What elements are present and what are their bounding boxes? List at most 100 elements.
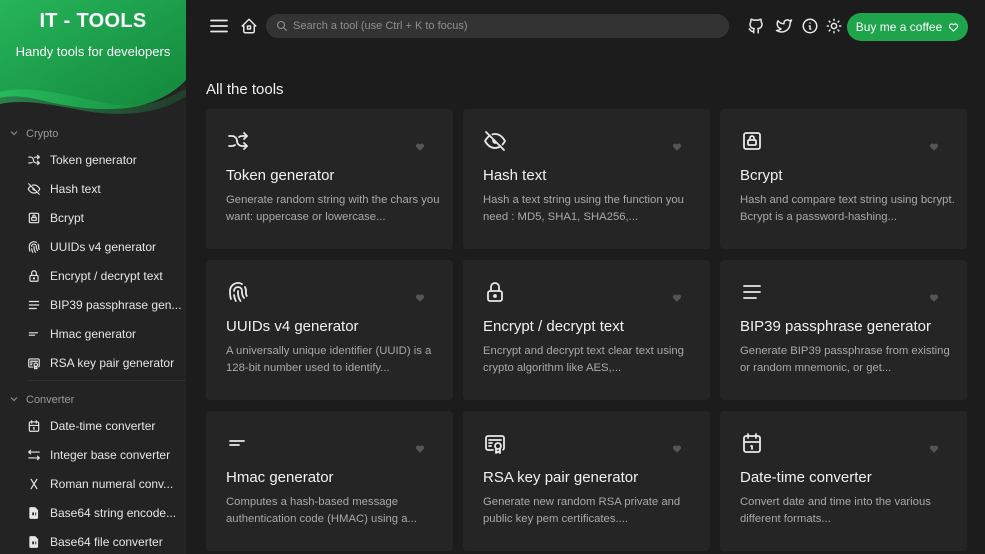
card-description: A universally unique identifier (UUID) i… [226, 345, 432, 374]
sidebar-item-label: Base64 string encode... [50, 505, 177, 520]
tool-card-date-time-converter[interactable]: Date-time converter Convert date and tim… [720, 411, 967, 551]
home-button[interactable] [240, 15, 260, 37]
sidebar-item-date-time-converter[interactable]: Date-time converter [0, 411, 186, 440]
favorite-heart-icon[interactable] [672, 290, 682, 302]
card-title: Bcrypt [740, 167, 783, 184]
fingerprint-icon [226, 280, 250, 304]
sidebar: IT - TOOLS Handy tools for developers Cr… [0, 0, 186, 554]
twitter-icon [775, 19, 793, 33]
card-title: UUIDs v4 generator [226, 318, 359, 335]
tool-card-encrypt-decrypt-text[interactable]: Encrypt / decrypt text Encrypt and decry… [463, 260, 710, 400]
favorite-heart-icon[interactable] [415, 139, 425, 151]
sidebar-item-token-generator[interactable]: Token generator [0, 145, 186, 174]
github-link[interactable] [746, 16, 766, 36]
lock-square-icon [27, 211, 41, 225]
menu-toggle-button[interactable] [210, 16, 228, 36]
sidebar-hero: IT - TOOLS Handy tools for developers [0, 0, 186, 116]
group-header-converter[interactable]: Converter [0, 389, 186, 411]
favorite-heart-icon[interactable] [929, 290, 939, 302]
tool-card-token-generator[interactable]: Token generator Generate random string w… [206, 109, 453, 249]
theme-toggle-button[interactable] [824, 16, 844, 36]
sidebar-item-encrypt-decrypt-text[interactable]: Encrypt / decrypt text [0, 261, 186, 290]
letter-x-icon [27, 477, 41, 491]
card-title: Encrypt / decrypt text [483, 318, 624, 335]
favorite-heart-icon[interactable] [929, 139, 939, 151]
sidebar-item-hash-text[interactable]: Hash text [0, 174, 186, 203]
sidebar-item-label: BIP39 passphrase gen... [50, 297, 182, 312]
buy-me-a-coffee-button[interactable]: Buy me a coffee [847, 13, 968, 41]
sidebar-item-label: Roman numeral conv... [50, 476, 174, 491]
coffee-button-label: Buy me a coffee [855, 20, 943, 34]
card-title: Date-time converter [740, 469, 872, 486]
search-input[interactable] [293, 20, 713, 32]
card-description: Generate BIP39 passphrase from existing … [740, 345, 950, 374]
calendar-icon [27, 419, 41, 433]
tool-card-bip39-passphrase-generator[interactable]: BIP39 passphrase generator Generate BIP3… [720, 260, 967, 400]
nav-group-converter: Converter Date-time converter Integer ba… [0, 389, 186, 554]
menu-icon [210, 19, 228, 33]
sidebar-item-label: Bcrypt [50, 210, 85, 225]
sidebar-item-integer-base-converter[interactable]: Integer base converter [0, 440, 186, 469]
sidebar-item-rsa-key-pair-generator[interactable]: RSA key pair generator [0, 348, 186, 377]
arrows-left-right-icon [27, 448, 41, 462]
card-title: Hash text [483, 167, 547, 184]
sidebar-item-label: Hash text [50, 181, 101, 196]
sidebar-item-label: Hmac generator [50, 326, 137, 341]
shuffle-icon [27, 153, 41, 167]
home-icon [241, 18, 257, 34]
align-justified-icon [27, 298, 41, 312]
about-button[interactable] [800, 16, 820, 36]
sidebar-item-label: Integer base converter [50, 447, 171, 462]
certificate-icon [27, 356, 41, 370]
sun-icon [826, 18, 842, 34]
fingerprint-icon [27, 240, 41, 254]
favorite-heart-icon[interactable] [672, 139, 682, 151]
card-description: Hash and compare text string using bcryp… [740, 194, 955, 223]
chevron-down-icon [10, 129, 22, 139]
chevron-down-icon [10, 395, 22, 405]
app-subtitle: Handy tools for developers [15, 44, 171, 59]
heart-icon [948, 22, 959, 33]
eye-off-icon [483, 129, 507, 153]
sidebar-item-hmac-generator[interactable]: Hmac generator [0, 319, 186, 348]
lock-icon [483, 280, 507, 304]
sidebar-item-bcrypt[interactable]: Bcrypt [0, 203, 186, 232]
favorite-heart-icon[interactable] [415, 441, 425, 453]
group-header-crypto[interactable]: Crypto [0, 123, 186, 145]
card-description: Convert date and time into the various d… [740, 496, 931, 525]
tool-card-bcrypt[interactable]: Bcrypt Hash and compare text string usin… [720, 109, 967, 249]
tool-card-uuids-v4-generator[interactable]: UUIDs v4 generator A universally unique … [206, 260, 453, 400]
sidebar-item-label: Date-time converter [50, 418, 156, 433]
card-title: RSA key pair generator [483, 469, 639, 486]
sidebar-item-uuids-v4-generator[interactable]: UUIDs v4 generator [0, 232, 186, 261]
group-label: Converter [26, 394, 75, 406]
sidebar-item-base64-file-converter[interactable]: Base64 file converter [0, 527, 186, 554]
card-description: Encrypt and decrypt text clear text usin… [483, 345, 684, 374]
eye-off-icon [27, 182, 41, 196]
sidebar-item-bip39-passphrase-generator[interactable]: BIP39 passphrase gen... [0, 290, 186, 319]
sidebar-item-roman-numeral-converter[interactable]: Roman numeral conv... [0, 469, 186, 498]
lock-icon [27, 269, 41, 283]
tool-card-hmac-generator[interactable]: Hmac generator Computes a hash-based mes… [206, 411, 453, 551]
sidebar-item-label: Encrypt / decrypt text [50, 268, 163, 283]
tool-card-hash-text[interactable]: Hash text Hash a text string using the f… [463, 109, 710, 249]
favorite-heart-icon[interactable] [415, 290, 425, 302]
app-title[interactable]: IT - TOOLS [0, 10, 186, 33]
info-circle-icon [802, 18, 818, 34]
sidebar-item-base64-string-encoder[interactable]: Base64 string encode... [0, 498, 186, 527]
sidebar-item-label: Base64 file converter [50, 534, 163, 549]
section-title: All the tools [206, 81, 284, 98]
twitter-link[interactable] [774, 16, 794, 36]
card-description: Generate random string with the chars yo… [226, 194, 440, 223]
sidebar-item-label: UUIDs v4 generator [50, 239, 157, 254]
shuffle-icon [226, 129, 250, 153]
favorite-heart-icon[interactable] [929, 441, 939, 453]
card-description: Hash a text string using the function yo… [483, 194, 684, 223]
search-icon [276, 20, 288, 32]
tool-card-rsa-key-pair-generator[interactable]: RSA key pair generator Generate new rand… [463, 411, 710, 551]
card-title: Token generator [226, 167, 335, 184]
card-description: Generate new random RSA private and publ… [483, 496, 681, 525]
favorite-heart-icon[interactable] [672, 441, 682, 453]
search-box[interactable] [266, 14, 729, 38]
group-label: Crypto [26, 128, 59, 140]
